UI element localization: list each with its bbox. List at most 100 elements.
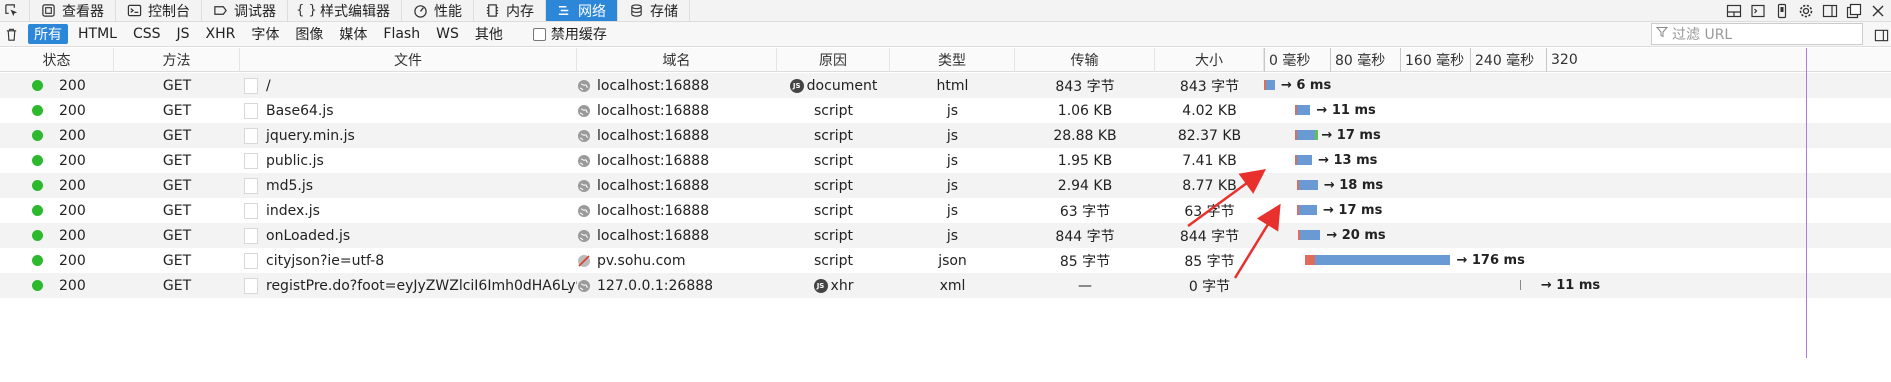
status-ok-icon — [32, 105, 43, 116]
domain-cell: pv.sohu.com — [577, 248, 777, 273]
waterfall-cell: → 17 ms — [1264, 123, 1891, 148]
element-picker-button[interactable] — [0, 0, 30, 21]
timing-label: → 6 ms — [1280, 78, 1332, 93]
tab-performance[interactable]: 性能 — [402, 0, 474, 21]
status-cell: 200 — [0, 223, 114, 248]
filter-all[interactable]: 所有 — [28, 24, 68, 44]
tab-storage[interactable]: 存储 — [618, 0, 690, 21]
separate-window-icon[interactable] — [1845, 2, 1863, 20]
filter-html[interactable]: HTML — [72, 24, 123, 44]
timing-bar-download — [1315, 130, 1319, 140]
file-thumbnail-icon — [244, 177, 258, 194]
status-cell: 200 — [0, 73, 114, 98]
file-cell: jquery.min.js — [240, 123, 577, 148]
filter-js[interactable]: JS — [171, 24, 196, 44]
status-ok-icon — [32, 255, 43, 266]
method-cell: GET — [162, 227, 192, 244]
timing-bar — [1295, 105, 1311, 115]
tab-debugger[interactable]: 调试器 — [202, 0, 288, 21]
tab-inspector[interactable]: 查看器 — [30, 0, 116, 21]
status-code: 200 — [59, 77, 86, 94]
file-name: Base64.js — [266, 102, 334, 119]
js-cause-icon: JS — [789, 78, 804, 93]
disable-cache-checkbox[interactable] — [532, 27, 546, 41]
tab-label: 网络 — [578, 3, 606, 20]
column-file[interactable]: 文件 — [240, 48, 577, 72]
globe-icon — [577, 204, 591, 218]
disable-cache-toggle[interactable]: 禁用缓存 — [532, 24, 607, 44]
globe-icon — [577, 129, 591, 143]
split-console-icon[interactable] — [1749, 2, 1767, 20]
responsive-design-icon[interactable] — [1773, 2, 1791, 20]
table-row[interactable]: 200 GET public.js localhost:16888 script js 1.… — [0, 148, 1891, 173]
filter-xhr[interactable]: XHR — [200, 24, 242, 44]
timing-bar — [1519, 280, 1521, 290]
timing-label: → 20 ms — [1326, 228, 1386, 243]
table-row[interactable]: 200 GET Base64.js localhost:16888 script js 1.… — [0, 98, 1891, 123]
tab-label: 内存 — [506, 3, 534, 20]
dock-side-icon[interactable] — [1821, 2, 1839, 20]
type-cell: xml — [939, 277, 966, 294]
table-row[interactable]: 200 GET registPre.do?foot=eyJyZWZlciI6Imh0… — [0, 273, 1891, 298]
column-method[interactable]: 方法 — [114, 48, 240, 72]
waterfall-cell: → 18 ms — [1264, 173, 1891, 198]
column-domain[interactable]: 域名 — [577, 48, 777, 72]
column-waterfall[interactable]: 0 毫秒 80 毫秒 160 毫秒 240 毫秒 320 — [1264, 48, 1891, 72]
status-cell: 200 — [0, 248, 114, 273]
filter-css[interactable]: CSS — [127, 24, 167, 44]
table-row[interactable]: 200 GET cityjson?ie=utf-8 pv.sohu.com script… — [0, 248, 1891, 273]
column-transferred[interactable]: 传输 — [1015, 48, 1155, 72]
status-cell: 200 — [0, 198, 114, 223]
method-cell: GET — [162, 252, 192, 269]
filter-images[interactable]: 图像 — [289, 24, 329, 44]
table-row[interactable]: 200 GET md5.js localhost:16888 script js 2.94 … — [0, 173, 1891, 198]
table-row[interactable]: 200 GET / localhost:16888 JS document html 843 … — [0, 73, 1891, 98]
tab-console[interactable]: 控制台 — [116, 0, 202, 21]
tab-memory[interactable]: 内存 — [474, 0, 546, 21]
settings-gear-icon[interactable] — [1797, 2, 1815, 20]
column-type[interactable]: 类型 — [890, 48, 1015, 72]
filter-flash[interactable]: Flash — [377, 24, 426, 44]
method-cell: GET — [162, 152, 192, 169]
waterfall-cell: → 176 ms — [1264, 248, 1891, 273]
cause-cell: script — [777, 123, 890, 148]
domain-cell: localhost:16888 — [577, 173, 777, 198]
table-row[interactable]: 200 GET index.js localhost:16888 script js 63 … — [0, 198, 1891, 223]
column-cause[interactable]: 原因 — [777, 48, 890, 72]
timing-bar-receive — [1297, 105, 1311, 115]
table-row[interactable]: 200 GET onLoaded.js localhost:16888 script js… — [0, 223, 1891, 248]
status-ok-icon — [32, 230, 43, 241]
cause-cell: script — [777, 248, 890, 273]
close-icon[interactable] — [1869, 2, 1887, 20]
size-cell: 8.77 KB — [1182, 177, 1237, 194]
toggle-sidebar-icon[interactable] — [1871, 25, 1891, 45]
waterfall-cell: → 13 ms — [1264, 148, 1891, 173]
column-size[interactable]: 大小 — [1155, 48, 1264, 72]
tab-style-editor[interactable]: { } 样式编辑器 — [288, 0, 402, 21]
filter-other[interactable]: 其他 — [469, 24, 509, 44]
element-picker-icon — [4, 3, 19, 18]
filter-ws[interactable]: WS — [430, 24, 465, 44]
timing-label: → 176 ms — [1456, 253, 1525, 268]
status-ok-icon — [32, 155, 43, 166]
column-status[interactable]: 状态 — [0, 48, 114, 72]
table-row[interactable]: 200 GET jquery.min.js localhost:16888 script… — [0, 123, 1891, 148]
filter-fonts[interactable]: 字体 — [245, 24, 285, 44]
file-name: registPre.do?foot=eyJyZWZlciI6Imh0dHA6Ly… — [266, 277, 577, 294]
type-cell: json — [938, 252, 967, 269]
timing-bar-wait — [1519, 280, 1521, 290]
dock-layout-icon[interactable] — [1725, 2, 1743, 20]
size-cell: 63 字节 — [1184, 203, 1235, 220]
cause-cell: script — [777, 198, 890, 223]
cause-text: script — [813, 152, 853, 169]
filter-media[interactable]: 媒体 — [333, 24, 373, 44]
braces-icon: { } — [296, 3, 317, 18]
js-cause-icon: JS — [813, 278, 828, 293]
timing-bar-receive — [1315, 255, 1451, 265]
cause-cell: script — [777, 148, 890, 173]
tab-network[interactable]: 网络 — [546, 0, 618, 21]
filter-url-input[interactable]: 过滤 URL — [1651, 23, 1863, 45]
method-cell: GET — [162, 102, 192, 119]
file-name: cityjson?ie=utf-8 — [266, 252, 385, 269]
clear-requests-trash-icon[interactable] — [2, 25, 20, 43]
